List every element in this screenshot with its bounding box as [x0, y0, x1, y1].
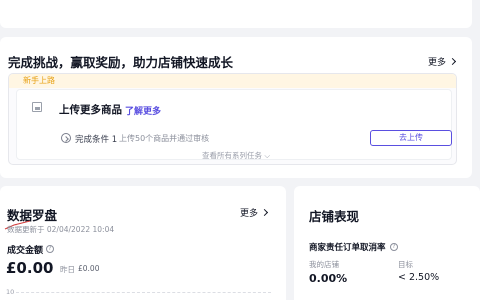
condition-label: 完成条件 1	[75, 135, 118, 145]
yesterday-value: £0.00	[78, 264, 100, 273]
updated-timestamp: 数据更新于 02/04/2022 10:04	[7, 225, 115, 234]
chart-axis-tick: 10	[6, 288, 15, 296]
challenge-title: 完成挑战，赢取奖励，助力店铺快速成长	[8, 55, 234, 70]
challenge-card: 完成挑战，赢取奖励，助力店铺快速成长 更多 新手上路 上传更多商品 了解更多 完…	[0, 37, 472, 178]
cancellation-rate-label: 商家责任订单取消率	[309, 243, 386, 253]
stat-value-1: 0	[6, 0, 18, 3]
store-performance-card: 店铺表现 商家责任订单取消率 ? 我的店铺 目标 0.00% < 2.50%	[294, 186, 480, 300]
stat-value-2: 0	[119, 0, 131, 3]
view-all-tasks-link[interactable]: 查看所有系列任务 ⌵	[0, 150, 472, 161]
gmv-value: £0.00	[6, 259, 54, 277]
yesterday-label: 昨日	[60, 265, 75, 274]
stat-value-3: 29	[232, 0, 256, 3]
compass-more-link[interactable]: 更多	[240, 206, 269, 219]
more-label: 更多	[428, 58, 447, 68]
challenge-more-link[interactable]: 更多	[428, 55, 457, 68]
stats-card: 0 0 29 15	[0, 0, 472, 28]
target-value: < 2.50%	[398, 272, 440, 283]
my-store-label: 我的店铺	[309, 260, 339, 269]
condition-text: 上传50个商品并通过审核	[119, 134, 210, 143]
learn-more-link[interactable]: 了解更多	[125, 104, 161, 117]
data-compass-card: 数据罗盘 更多 数据更新于 02/04/2022 10:04 成交金额 ? £0…	[0, 186, 286, 300]
stat-value-4: 15	[344, 0, 368, 3]
task-name: 上传更多商品	[59, 104, 122, 116]
arrow-circle-icon	[61, 133, 71, 143]
more-label: 更多	[240, 209, 259, 219]
broken-image-icon	[32, 102, 42, 112]
chart-gridline	[16, 292, 271, 293]
gmv-label: 成交金额	[7, 246, 44, 256]
performance-title: 店铺表现	[309, 209, 360, 224]
help-icon[interactable]: ?	[46, 245, 54, 253]
my-store-value: 0.00%	[309, 272, 348, 285]
upload-button[interactable]: 去上传	[370, 130, 452, 146]
section-label: 新手上路	[23, 76, 55, 85]
target-label: 目标	[398, 260, 413, 269]
section-band: 新手上路	[9, 74, 456, 88]
chevron-right-icon	[448, 57, 457, 66]
chevron-right-icon	[260, 208, 269, 217]
help-icon[interactable]: ?	[390, 243, 398, 251]
